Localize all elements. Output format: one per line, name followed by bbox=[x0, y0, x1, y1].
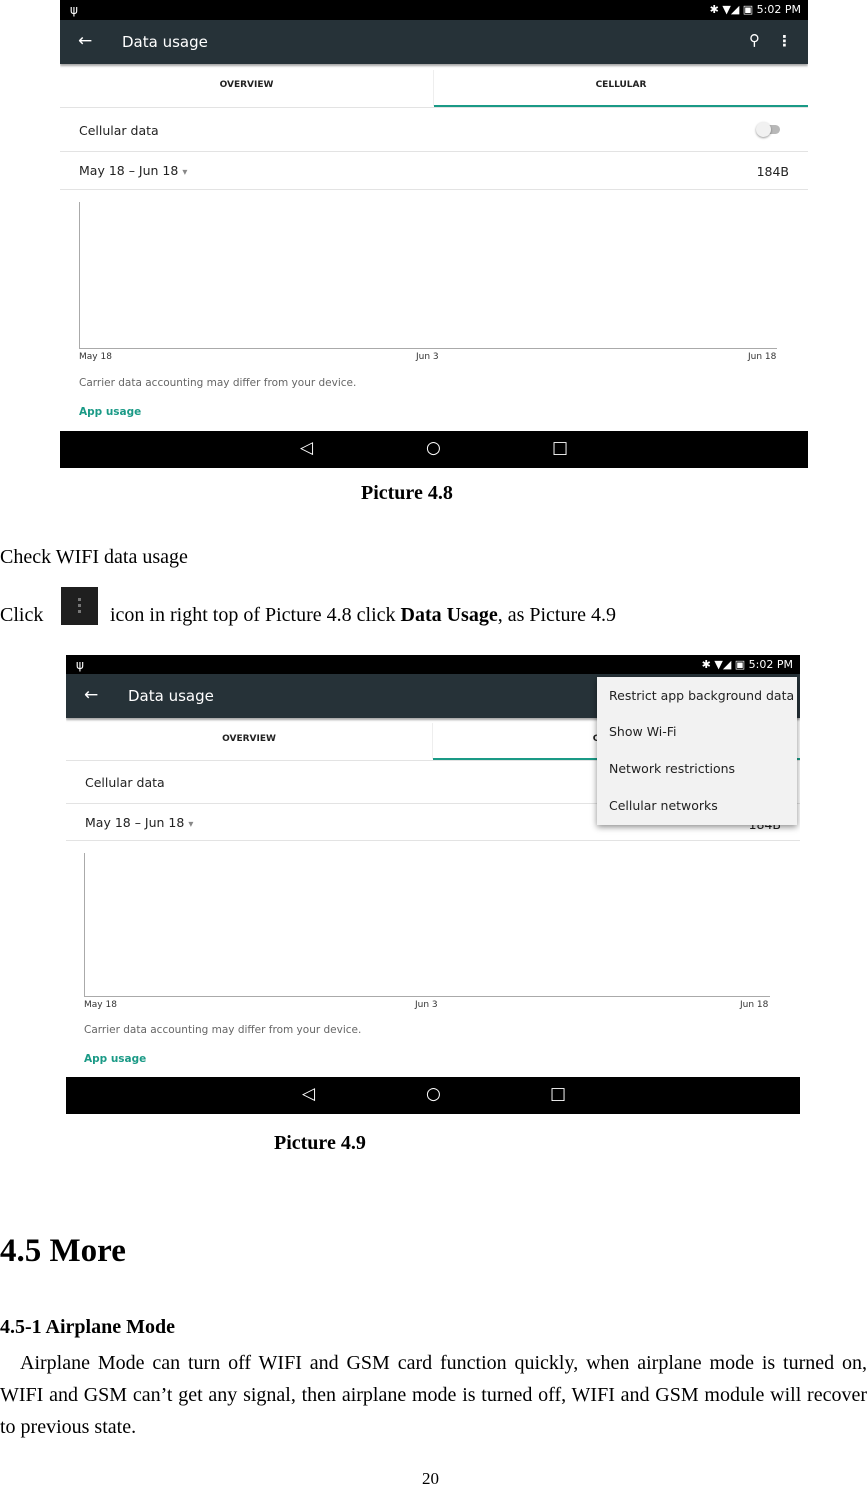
section-heading: 4.5 More bbox=[0, 1233, 126, 1269]
x-tick-label: Jun 3 bbox=[416, 352, 439, 362]
cellular-data-label: Cellular data bbox=[79, 123, 159, 138]
back-arrow-icon[interactable]: ← bbox=[84, 685, 98, 705]
carrier-note: Carrier data accounting may differ from … bbox=[84, 1024, 362, 1036]
chart-x-axis bbox=[84, 996, 770, 997]
screenshot-data-usage: ψ ✱ ▼◢ ▣ 5:02 PM ← Data usage ⚲ ⋮ OVERVI… bbox=[60, 0, 808, 468]
page-title: Data usage bbox=[122, 33, 208, 51]
toolbar: ← Data usage ⚲ ⋮ bbox=[60, 20, 808, 64]
nav-home-icon[interactable]: ○ bbox=[426, 438, 441, 458]
cycle-label: May 18 – Jun 18 bbox=[79, 163, 179, 178]
nav-back-icon[interactable]: ◁ bbox=[300, 438, 313, 458]
chart-y-axis bbox=[79, 202, 80, 348]
click-instruction-rest: icon in right top of Picture 4.8 click D… bbox=[110, 604, 617, 626]
tab-overview[interactable]: OVERVIEW bbox=[60, 80, 433, 90]
navigation-bar: ◁ ○ □ bbox=[60, 431, 808, 468]
document-page: ψ ✱ ▼◢ ▣ 5:02 PM ← Data usage ⚲ ⋮ OVERVI… bbox=[0, 0, 867, 1486]
menu-item-show-wifi[interactable]: Show Wi-Fi bbox=[609, 724, 677, 739]
cycle-dropdown[interactable]: May 18 – Jun 18 ▾ bbox=[85, 815, 193, 830]
app-usage-link[interactable]: App usage bbox=[79, 406, 141, 418]
search-icon[interactable]: ⚲ bbox=[749, 31, 760, 49]
x-tick-label: May 18 bbox=[79, 352, 112, 362]
caption-picture-4-8: Picture 4.8 bbox=[361, 482, 453, 504]
nav-home-icon[interactable]: ○ bbox=[426, 1084, 441, 1104]
nav-recents-icon[interactable]: □ bbox=[550, 1084, 566, 1104]
x-tick-label: May 18 bbox=[84, 1000, 117, 1010]
clock: 5:02 PM bbox=[748, 658, 793, 671]
check-wifi-text: Check WIFI data usage bbox=[0, 546, 188, 568]
body-paragraph: Airplane Mode can turn off WIFI and GSM … bbox=[0, 1352, 867, 1438]
cycle-label: May 18 – Jun 18 bbox=[85, 815, 185, 830]
navigation-bar: ◁ ○ □ bbox=[66, 1077, 800, 1114]
page-title: Data usage bbox=[128, 687, 214, 705]
cellular-data-label: Cellular data bbox=[85, 775, 165, 790]
x-tick-label: Jun 3 bbox=[415, 1000, 438, 1010]
cycle-dropdown[interactable]: May 18 – Jun 18 ▾ bbox=[79, 163, 187, 178]
menu-item-restrict-background[interactable]: Restrict app background data bbox=[609, 688, 794, 703]
tab-cellular[interactable]: CELLULAR bbox=[434, 80, 808, 90]
dropdown-arrow-icon: ▾ bbox=[188, 819, 194, 830]
cellular-data-toggle[interactable] bbox=[756, 122, 780, 137]
more-options-icon bbox=[61, 587, 98, 625]
subsection-heading: 4.5-1 Airplane Mode bbox=[0, 1316, 175, 1338]
status-bar: ψ ✱ ▼◢ ▣ 5:02 PM bbox=[60, 0, 808, 20]
usage-total: 184B bbox=[756, 164, 789, 179]
back-arrow-icon[interactable]: ← bbox=[78, 31, 92, 51]
page-number: 20 bbox=[422, 1469, 439, 1486]
click-instruction: Click bbox=[0, 604, 44, 626]
chart-y-axis bbox=[84, 853, 85, 996]
menu-item-cellular-networks[interactable]: Cellular networks bbox=[609, 798, 718, 813]
x-tick-label: Jun 18 bbox=[748, 352, 777, 362]
status-icons: ✱ ▼◢ ▣ bbox=[701, 658, 746, 671]
caption-picture-4-9: Picture 4.9 bbox=[274, 1132, 366, 1154]
screenshot-data-usage-menu: ψ ✱ ▼◢ ▣ 5:02 PM ← Data usage OVERVIEW C… bbox=[66, 655, 800, 1114]
status-bar: ψ ✱ ▼◢ ▣ 5:02 PM bbox=[66, 655, 800, 674]
more-options-icon[interactable]: ⋮ bbox=[777, 32, 792, 50]
x-tick-label: Jun 18 bbox=[740, 1000, 769, 1010]
status-icons: ✱ ▼◢ ▣ bbox=[709, 3, 754, 16]
app-usage-link[interactable]: App usage bbox=[84, 1053, 146, 1065]
clock: 5:02 PM bbox=[756, 3, 801, 16]
tab-overview[interactable]: OVERVIEW bbox=[66, 734, 432, 744]
nav-recents-icon[interactable]: □ bbox=[552, 438, 568, 458]
carrier-note: Carrier data accounting may differ from … bbox=[79, 377, 357, 389]
menu-item-network-restrictions[interactable]: Network restrictions bbox=[609, 761, 735, 776]
usb-icon: ψ bbox=[70, 3, 78, 17]
nav-back-icon[interactable]: ◁ bbox=[302, 1084, 315, 1104]
dropdown-arrow-icon: ▾ bbox=[182, 167, 188, 178]
overflow-menu: Restrict app background data Show Wi-Fi … bbox=[597, 677, 797, 825]
chart-x-axis bbox=[79, 348, 777, 349]
usb-icon: ψ bbox=[76, 658, 84, 672]
